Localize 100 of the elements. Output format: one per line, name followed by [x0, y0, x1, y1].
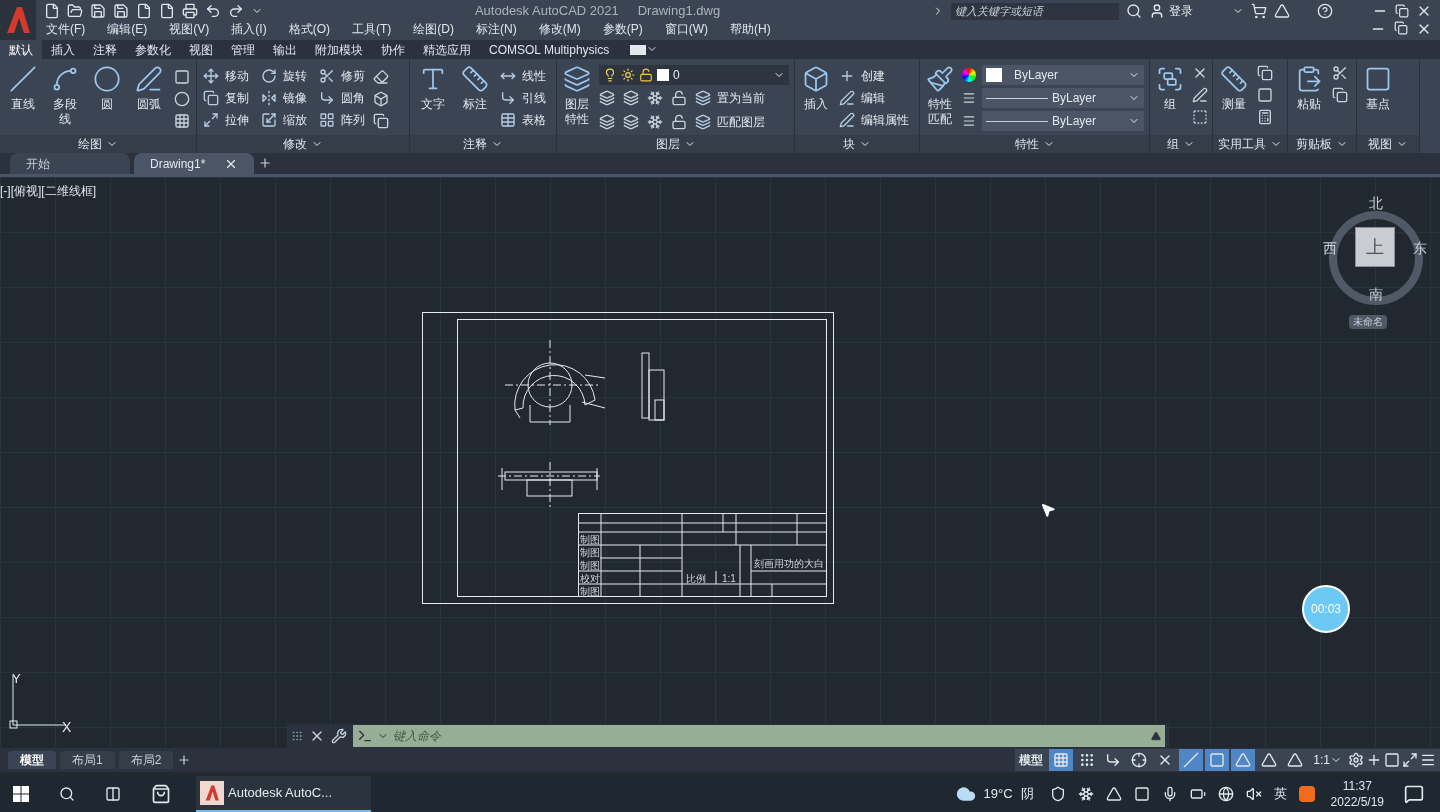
- property-dropdown[interactable]: ByLayer: [982, 65, 1144, 85]
- ribbon-tab[interactable]: 插入: [42, 40, 84, 59]
- new-file-icon[interactable]: [44, 3, 60, 19]
- folder-icon[interactable]: [67, 3, 83, 19]
- grip-icon[interactable]: [291, 728, 303, 744]
- ribbon-tool-button[interactable]: 镜像: [261, 87, 307, 109]
- triangle-icon[interactable]: [1105, 786, 1122, 802]
- ribbon-tool-button[interactable]: 编辑属性: [839, 109, 909, 131]
- clock-date[interactable]: 2022/5/19: [1330, 794, 1384, 810]
- ribbon-tool-button[interactable]: 粘贴: [1294, 65, 1324, 135]
- ribbon-tool-button[interactable]: 创建: [839, 65, 909, 87]
- square-icon[interactable]: [1133, 786, 1150, 802]
- square-icon[interactable]: [1384, 752, 1400, 768]
- lineweight-icon[interactable]: [962, 114, 976, 128]
- triangle-icon[interactable]: [1274, 3, 1290, 19]
- layer-tool-icon[interactable]: [623, 114, 639, 130]
- cart-icon[interactable]: [1251, 3, 1267, 19]
- shopping-bag-icon[interactable]: [151, 784, 171, 804]
- command-line-field[interactable]: 键入命令: [353, 725, 1165, 747]
- menu-item[interactable]: 格式(O): [288, 20, 330, 38]
- snowflake-icon[interactable]: [647, 90, 663, 106]
- menu-item[interactable]: 文件(F): [46, 20, 86, 38]
- cube-icon[interactable]: [373, 91, 389, 107]
- save-as-icon[interactable]: [113, 3, 129, 19]
- ribbon-tool-button[interactable]: 拉伸: [203, 109, 249, 131]
- panel-title[interactable]: 图层: [557, 135, 794, 153]
- panel-title[interactable]: 组: [1150, 135, 1212, 153]
- status-toggle[interactable]: [1231, 749, 1256, 771]
- search-icon[interactable]: [59, 786, 75, 802]
- ribbon-tab[interactable]: 管理: [222, 40, 264, 59]
- panel-title[interactable]: 注释: [410, 135, 556, 153]
- fullscreen-icon[interactable]: [1402, 752, 1418, 768]
- file-icon[interactable]: [136, 3, 152, 19]
- ribbon-tool-button[interactable]: 多段线: [48, 65, 82, 135]
- ribbon-tool-button[interactable]: 标注: [458, 65, 492, 135]
- panel-title[interactable]: 修改: [197, 135, 409, 153]
- panel-title[interactable]: 实用工具: [1213, 135, 1287, 153]
- ribbon-tool-button[interactable]: 阵列: [319, 109, 365, 131]
- input-method-indicator[interactable]: 英: [1273, 784, 1287, 804]
- viewport-label[interactable]: [-][俯视][二维线框]: [0, 182, 96, 200]
- search-field[interactable]: 键入关键字或短语: [951, 2, 1119, 20]
- restore-icon[interactable]: [1394, 21, 1408, 35]
- undo-icon[interactable]: [205, 3, 221, 19]
- panel-title[interactable]: 特性: [920, 135, 1149, 153]
- expand-icon[interactable]: [1151, 731, 1161, 741]
- ribbon-tab[interactable]: 注释: [84, 40, 126, 59]
- ribbon-tool-button[interactable]: 引线: [500, 87, 546, 109]
- ribbon-tab[interactable]: 输出: [264, 40, 306, 59]
- search-icon[interactable]: [1126, 3, 1142, 19]
- ribbon-tool-button[interactable]: 图层特性: [563, 65, 591, 135]
- property-dropdown[interactable]: ByLayer: [982, 88, 1144, 108]
- ribbon-tab[interactable]: 参数化: [126, 40, 180, 59]
- color-wheel-icon[interactable]: [962, 68, 976, 82]
- calculator-icon[interactable]: [1257, 109, 1273, 125]
- ribbon-tool-button[interactable]: 修剪: [319, 65, 365, 87]
- status-toggle[interactable]: [1205, 749, 1230, 771]
- wrench-icon[interactable]: [331, 728, 347, 744]
- ribbon-tool-button[interactable]: 文字: [416, 65, 450, 135]
- menu-item[interactable]: 参数(P): [602, 20, 643, 38]
- pen-icon[interactable]: [1192, 87, 1208, 103]
- ribbon-tab[interactable]: 默认: [0, 40, 42, 59]
- annotation-scale-button[interactable]: 1:1: [1309, 751, 1346, 769]
- ribbon-tool-button[interactable]: 匹配图层: [695, 111, 765, 133]
- clock-time[interactable]: 11:37: [1342, 778, 1372, 794]
- windows-logo-icon[interactable]: [13, 786, 29, 802]
- panel-title[interactable]: 绘图: [0, 135, 196, 153]
- drawing-canvas[interactable]: [-][俯视][二维线框] 制图 制图 制图 校对 制图 比例 1:1 刻画用功的大白 北 西 上 东 南 未命名 00:03 Y X 键入命令: [0, 177, 1440, 748]
- menu-item[interactable]: 标注(N): [476, 20, 517, 38]
- globe-icon[interactable]: [1217, 786, 1234, 802]
- viewcube-top[interactable]: 上: [1355, 227, 1395, 267]
- mute-icon[interactable]: [1245, 786, 1262, 802]
- printer-icon[interactable]: [182, 3, 198, 19]
- ribbon-tool-button[interactable]: 圆: [90, 65, 124, 135]
- ribbon-tool-button[interactable]: 测量: [1219, 65, 1249, 135]
- ribbon-tab[interactable]: 精选应用: [414, 40, 480, 59]
- panel-title[interactable]: 视图: [1357, 135, 1419, 153]
- battery-icon[interactable]: [1189, 786, 1206, 802]
- menu-item[interactable]: 窗口(W): [664, 20, 708, 38]
- ribbon-tool-button[interactable]: 缩放: [261, 109, 307, 131]
- ribbon-tool-button[interactable]: 圆弧: [132, 65, 166, 135]
- ribbon-tab[interactable]: COMSOL Multiphysics: [480, 40, 619, 59]
- unlock-icon[interactable]: [671, 114, 687, 130]
- app-logo[interactable]: [0, 0, 36, 40]
- panel-toggle-icon[interactable]: [630, 45, 647, 55]
- ribbon-tool-button[interactable]: 组: [1156, 65, 1184, 135]
- menu-item[interactable]: 插入(I): [231, 20, 267, 38]
- taskbar-app[interactable]: Autodesk AutoC...: [196, 776, 371, 812]
- ribbon-tool-button[interactable]: 插入: [801, 65, 831, 135]
- plus-icon[interactable]: [1366, 752, 1382, 768]
- menu-item[interactable]: 工具(T): [352, 20, 392, 38]
- ribbon-tool-button[interactable]: 复制: [203, 87, 249, 109]
- input-method-icon[interactable]: [1298, 786, 1315, 802]
- add-layout-icon[interactable]: [177, 753, 192, 767]
- ucs-menu[interactable]: 未命名: [1349, 315, 1387, 329]
- rectangle-icon[interactable]: [174, 69, 190, 85]
- panel-title[interactable]: 剪贴板: [1288, 135, 1356, 153]
- ribbon-tool-button[interactable]: 特性匹配: [926, 65, 954, 135]
- layout-tab[interactable]: 布局2: [118, 751, 174, 769]
- menu-item[interactable]: 帮助(H): [730, 20, 771, 38]
- status-toggle[interactable]: [1179, 749, 1204, 771]
